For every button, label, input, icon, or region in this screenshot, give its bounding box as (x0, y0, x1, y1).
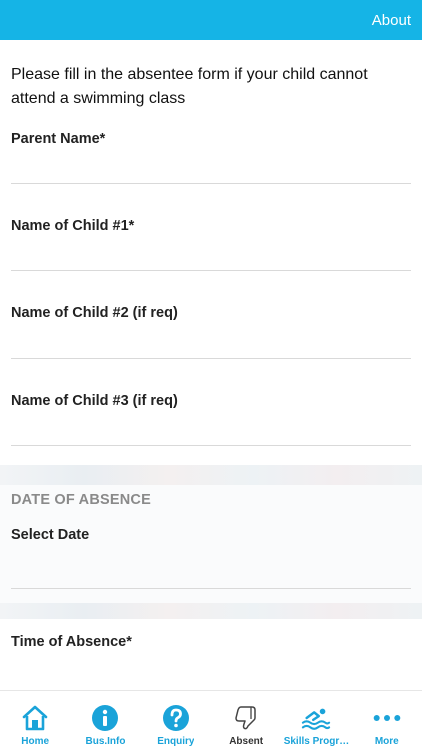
child3-field: Name of Child #3 (if req) (0, 393, 422, 455)
absentee-form: Please fill in the absentee form if your… (0, 40, 422, 690)
more-icon (372, 703, 402, 733)
top-bar: About (0, 0, 422, 40)
swimmer-icon (301, 703, 331, 733)
tab-absent[interactable]: Absent (211, 691, 281, 750)
about-button[interactable]: About (372, 12, 411, 29)
tab-more-label: More (374, 736, 399, 747)
bottom-tab-bar: Home Bus.Info Enquiry Absent Skills Prog… (0, 690, 422, 750)
time-section: Time of Absence* (0, 619, 422, 690)
select-date-input[interactable] (11, 555, 411, 589)
section-divider-2 (0, 603, 422, 619)
tab-skills-progress[interactable]: Skills Progr… (281, 691, 351, 750)
tab-bus-info[interactable]: Bus.Info (70, 691, 140, 750)
child2-field: Name of Child #2 (if req) (0, 305, 422, 367)
child1-label: Name of Child #1* (11, 218, 135, 234)
tab-bus-info-label: Bus.Info (85, 736, 126, 747)
tab-enquiry[interactable]: Enquiry (141, 691, 211, 750)
parent-name-field: Parent Name* (0, 131, 422, 193)
section-divider (0, 465, 422, 485)
intro-text: Please fill in the absentee form if your… (11, 66, 368, 107)
tab-home-label: Home (21, 736, 50, 747)
tab-enquiry-label: Enquiry (157, 736, 195, 747)
child3-input[interactable] (11, 412, 411, 446)
home-icon (20, 703, 50, 733)
tab-home[interactable]: Home (0, 691, 70, 750)
parent-name-label: Parent Name* (11, 131, 106, 147)
child2-input[interactable] (11, 325, 411, 359)
child2-label: Name of Child #2 (if req) (11, 305, 178, 321)
child3-label: Name of Child #3 (if req) (11, 393, 178, 409)
tab-more[interactable]: More (352, 691, 422, 750)
tab-skills-progress-label: Skills Progr… (283, 736, 350, 747)
parent-name-input[interactable] (11, 150, 411, 184)
time-of-absence-label: Time of Absence* (11, 634, 132, 650)
thumbs-down-icon (231, 703, 261, 733)
question-icon (161, 703, 191, 733)
child1-field: Name of Child #1* (0, 218, 422, 280)
info-icon (90, 703, 120, 733)
tab-absent-label: Absent (229, 736, 264, 747)
select-date-label: Select Date (11, 527, 90, 543)
date-of-absence-heading: DATE OF ABSENCE (11, 492, 151, 508)
time-of-absence-input[interactable] (11, 657, 411, 687)
date-section: DATE OF ABSENCE Select Date (0, 485, 422, 603)
child1-input[interactable] (11, 237, 411, 271)
